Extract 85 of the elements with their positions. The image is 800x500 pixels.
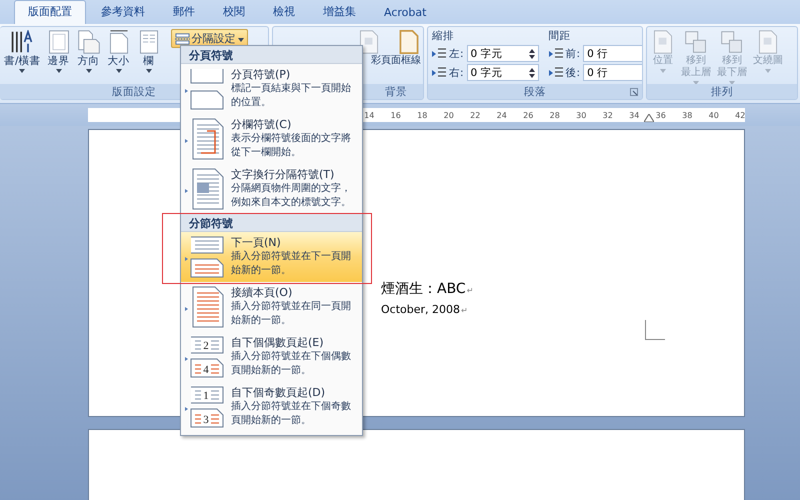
ruler-number: 42 <box>734 110 746 120</box>
caret-icon <box>56 69 62 73</box>
group-label: 背景 <box>385 84 407 98</box>
document-date: October, 2008 <box>381 303 460 316</box>
caret-icon <box>116 69 122 73</box>
menu-item[interactable]: 分頁符號(P) 標記一頁結束與下一頁開始的位置。 <box>181 64 362 114</box>
ribbon-tab[interactable]: 增益集 <box>310 1 369 24</box>
menu-item[interactable]: 2 4 自下個偶數頁起(E) 插入分節符號並在下個偶數頁開始新的一節。 <box>181 332 362 382</box>
dialog-launcher-icon[interactable] <box>630 88 638 96</box>
ribbon-button[interactable]: 大小 <box>104 29 133 74</box>
ruler-number: 24 <box>496 110 508 120</box>
group-label: 版面設定 <box>112 84 156 98</box>
ribbon-button[interactable]: 欄 <box>134 29 163 74</box>
stacked-squares-icon <box>720 30 744 54</box>
ruler-number: 28 <box>548 110 561 120</box>
group-label: 段落 <box>524 84 546 98</box>
page-icon <box>651 30 675 54</box>
caret-icon <box>19 69 26 73</box>
ribbon-tab[interactable]: 版面配置 <box>14 0 86 24</box>
menu-item[interactable]: 接續本頁(O) 插入分節符號並在同一頁開始新的一節。 <box>181 282 362 332</box>
group-label: 排列 <box>711 84 733 98</box>
caret-icon <box>660 69 666 73</box>
caret-icon <box>238 38 244 42</box>
ruler-number: 22 <box>469 110 482 120</box>
indent-icon <box>432 66 446 80</box>
menu-item[interactable]: 分欄符號(C) 表示分欄符號後面的文字將從下一欄開始。 <box>181 114 362 164</box>
field-label: 後: <box>566 66 580 80</box>
spin-field[interactable]: 0 字元 <box>466 64 539 81</box>
field-label: 左: <box>449 46 464 60</box>
spin-field[interactable]: 0 行 <box>583 45 642 62</box>
page-icon <box>397 30 421 54</box>
ribbon-tab[interactable]: 校閱 <box>210 1 258 24</box>
section-label: 間距 <box>548 29 572 43</box>
ruler-number: 34 <box>628 110 640 120</box>
ruler-number: 20 <box>442 110 455 120</box>
caret-icon <box>86 69 92 73</box>
spin-arrows-icon <box>528 68 535 78</box>
ribbon-tab[interactable]: 參考資料 <box>88 1 158 24</box>
page-break-icon <box>185 67 225 111</box>
document-title: 煙酒生：ABC <box>381 280 466 298</box>
field-label: 右: <box>449 66 464 80</box>
spin-arrows-icon <box>528 48 535 58</box>
menu-item[interactable]: 文字換行分隔符號(T) 分隔網頁物件周圍的文字，例如來自本文的標號文字。 <box>181 164 362 214</box>
orientation-icon <box>76 30 101 54</box>
ruler-number: 14 <box>363 110 376 120</box>
ribbon-button[interactable]: 頁面框線 <box>381 29 421 68</box>
indent-marker-icon[interactable] <box>644 114 654 122</box>
caret-icon <box>146 69 152 73</box>
ruler-number: 36 <box>654 110 667 120</box>
text-wrap-icon <box>185 167 225 211</box>
column-break-icon <box>185 117 225 161</box>
menu-section-header: 分頁符號 <box>181 46 362 64</box>
stacked-squares-icon <box>684 30 708 54</box>
ruler-number: 38 <box>681 110 694 120</box>
text-direction-icon <box>10 30 34 54</box>
section-label: 縮排 <box>432 29 455 43</box>
field-label: 前: <box>566 46 580 60</box>
margins-icon <box>46 30 71 54</box>
paragraph-mark: ↵ <box>466 286 474 295</box>
menu-item[interactable]: 1 3 自下個奇數頁起(D) 插入分節符號並在下個奇數頁開始新的一節。 <box>181 382 362 432</box>
ruler-number: 16 <box>390 110 402 120</box>
ruler-number: 32 <box>602 110 614 120</box>
indent-icon <box>432 46 446 60</box>
spacing-icon <box>548 66 563 80</box>
ruler-number: 26 <box>522 110 534 120</box>
ribbon-tab[interactable]: 郵件 <box>160 1 208 24</box>
ribbon-tab[interactable]: Acrobat <box>371 3 440 24</box>
ribbon-button[interactable]: 邊界 <box>44 29 73 74</box>
ruler-number: 18 <box>416 110 428 120</box>
ribbon-tab[interactable]: 檢視 <box>260 1 308 24</box>
ruler-number: 40 <box>708 110 720 120</box>
menu-section-header: 分節符號 <box>181 214 362 232</box>
menu-item[interactable]: 下一頁(N) 插入分節符號並在下一頁開始新的一節。 <box>181 232 362 282</box>
spin-field[interactable]: 0 行 <box>583 64 642 81</box>
ribbon-button[interactable]: 書/橫書 <box>2 29 43 74</box>
spin-field[interactable]: 0 字元 <box>466 45 539 62</box>
paragraph-mark: ↵ <box>461 306 468 315</box>
ruler-number: 30 <box>575 110 588 120</box>
crop-mark-icon <box>645 320 665 340</box>
continuous-icon <box>185 285 225 329</box>
caret-icon <box>765 69 771 73</box>
next-page-icon <box>185 235 225 279</box>
page-icon <box>756 30 780 54</box>
spacing-icon <box>548 46 563 60</box>
ribbon-button[interactable]: 方向 <box>74 29 103 74</box>
